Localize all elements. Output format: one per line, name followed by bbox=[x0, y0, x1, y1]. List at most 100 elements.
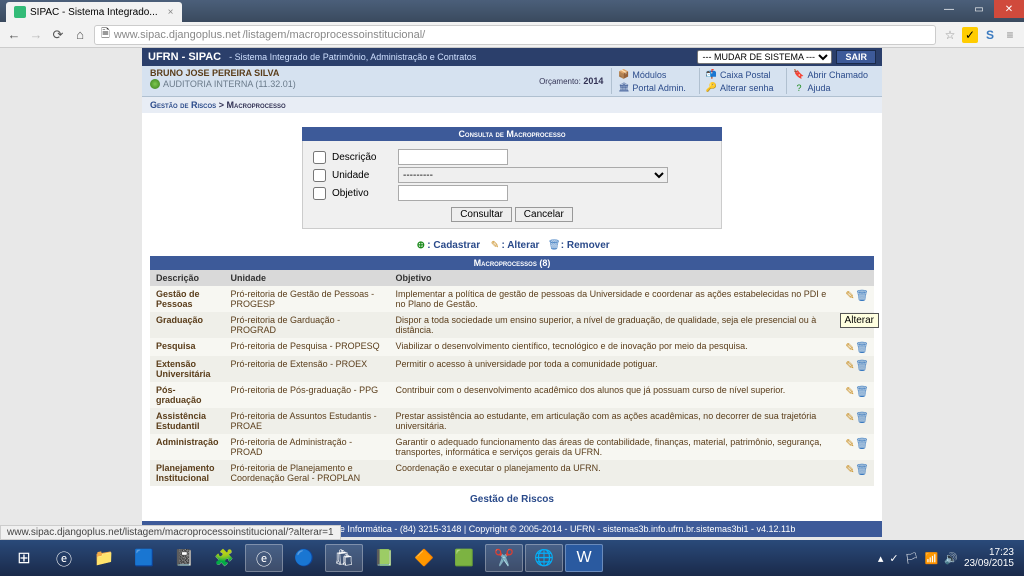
system-tray: ▴ ✓ 🏳 📶 🔊 17:23 23/09/2015 bbox=[878, 547, 1020, 569]
task-app3[interactable]: 🧩 bbox=[205, 544, 243, 572]
th-objetivo: Objetivo bbox=[390, 270, 838, 286]
breadcrumb: Gestão de Riscos > Macroprocesso bbox=[142, 97, 882, 113]
row-delete-icon[interactable]: 🗑 bbox=[856, 341, 868, 353]
browser-tab[interactable]: SIPAC - Sistema Integrado... × bbox=[6, 2, 182, 22]
system-select[interactable]: --- MUDAR DE SISTEMA --- bbox=[697, 50, 832, 64]
task-chrome[interactable]: 🌐 bbox=[525, 544, 563, 572]
url-host: www.sipac.djangoplus.net bbox=[114, 29, 241, 41]
cell-descricao: Extensão Universitária bbox=[150, 356, 225, 382]
task-app5[interactable]: 📗 bbox=[365, 544, 403, 572]
chk-unidade[interactable] bbox=[313, 169, 326, 182]
row-delete-icon[interactable]: 🗑 bbox=[856, 289, 868, 301]
link-modulos[interactable]: 📦Módulos bbox=[611, 68, 699, 81]
task-app6[interactable]: 🔶 bbox=[405, 544, 443, 572]
back-link[interactable]: Gestão de Riscos bbox=[470, 494, 554, 505]
edit-icon: ✎ bbox=[488, 239, 501, 252]
task-ie-active[interactable]: ⓔ bbox=[245, 544, 283, 572]
app-subtitle: - Sistema Integrado de Patrimônio, Admin… bbox=[229, 52, 476, 62]
cell-unidade: Pró-reitoria de Pós-graduação - PPG bbox=[225, 382, 390, 408]
ticket-icon: 🔖 bbox=[793, 69, 804, 80]
table-row: Gestão de PessoasPró-reitoria de Gestão … bbox=[150, 286, 874, 312]
link-chamado[interactable]: 🔖Abrir Chamado bbox=[786, 68, 874, 81]
start-button[interactable]: ⊞ bbox=[5, 544, 43, 572]
task-word[interactable]: W bbox=[565, 544, 603, 572]
tooltip-alterar: Alterar bbox=[840, 313, 879, 328]
cell-objetivo: Contribuir com o desenvolvimento acadêmi… bbox=[390, 382, 838, 408]
row-delete-icon[interactable]: 🗑 bbox=[856, 411, 868, 423]
link-caixa[interactable]: 📬Caixa Postal bbox=[699, 68, 787, 81]
tray-up-icon[interactable]: ▴ bbox=[878, 552, 884, 565]
extension-icon[interactable]: S bbox=[982, 27, 998, 43]
tray-norton-icon[interactable]: ✓ bbox=[889, 552, 898, 565]
app-header: UFRN - SIPAC - Sistema Integrado de Patr… bbox=[142, 48, 882, 66]
breadcrumb-root[interactable]: Gestão de Riscos bbox=[150, 100, 216, 110]
tab-favicon bbox=[14, 6, 26, 18]
tray-flag-icon[interactable]: 🏳 bbox=[905, 552, 919, 565]
info-bar: BRUNO JOSE PEREIRA SILVA AUDITORIA INTER… bbox=[142, 66, 882, 97]
row-delete-icon[interactable]: 🗑 bbox=[856, 437, 868, 449]
table-row: AdministraçãoPró-reitoria de Administraç… bbox=[150, 434, 874, 460]
row-delete-icon[interactable]: 🗑 bbox=[856, 359, 868, 371]
window-minimize-icon[interactable]: — bbox=[934, 0, 964, 18]
task-ie[interactable]: ⓔ bbox=[45, 544, 83, 572]
chk-descricao[interactable] bbox=[313, 151, 326, 164]
tray-volume-icon[interactable]: 🔊 bbox=[944, 552, 958, 565]
cell-objetivo: Viabilizar o desenvolvimento científico,… bbox=[390, 338, 838, 356]
cell-descricao: Pós-graduação bbox=[150, 382, 225, 408]
table-row: GraduaçãoPró-reitoria de Garduação - PRO… bbox=[150, 312, 874, 338]
cell-unidade: Pró-reitoria de Gestão de Pessoas - PROG… bbox=[225, 286, 390, 312]
orcamento-year: 2014 bbox=[583, 76, 603, 86]
logout-button[interactable]: SAIR bbox=[836, 50, 876, 64]
cell-descricao: Administração bbox=[150, 434, 225, 460]
chk-objetivo[interactable] bbox=[313, 187, 326, 200]
cell-objetivo: Implementar a política de gestão de pess… bbox=[390, 286, 838, 312]
task-app4[interactable]: 🔵 bbox=[285, 544, 323, 572]
input-descricao[interactable] bbox=[398, 149, 508, 165]
cancelar-button[interactable]: Cancelar bbox=[515, 207, 573, 222]
link-portal[interactable]: 🏛Portal Admin. bbox=[611, 81, 699, 94]
taskbar: ⊞ ⓔ 📁 🟦 📓 🧩 ⓔ 🔵 🛍 📗 🔶 🟩 ✂️ 🌐 W ▴ ✓ 🏳 📶 🔊… bbox=[0, 540, 1024, 576]
task-app1[interactable]: 🟦 bbox=[125, 544, 163, 572]
cell-objetivo: Dispor a toda sociedade um ensino superi… bbox=[390, 312, 838, 338]
cell-descricao: Graduação bbox=[150, 312, 225, 338]
back-icon[interactable]: ← bbox=[6, 27, 22, 43]
modules-icon: 📦 bbox=[618, 69, 629, 80]
search-panel-title: Consulta de Macroprocesso bbox=[302, 127, 722, 141]
window-maximize-icon[interactable]: ▭ bbox=[964, 0, 994, 18]
cell-unidade: Pró-reitoria de Administração - PROAD bbox=[225, 434, 390, 460]
lbl-objetivo: Objetivo bbox=[332, 188, 392, 199]
input-objetivo[interactable] bbox=[398, 185, 508, 201]
select-unidade[interactable]: --------- bbox=[398, 167, 668, 183]
task-app2[interactable]: 📓 bbox=[165, 544, 203, 572]
cell-descricao: Gestão de Pessoas bbox=[150, 286, 225, 312]
page-icon: 🗎 bbox=[101, 25, 110, 44]
window-close-icon[interactable]: ✕ bbox=[994, 0, 1024, 18]
th-descricao: Descrição bbox=[150, 270, 225, 286]
cell-objetivo: Prestar assistência ao estudante, em art… bbox=[390, 408, 838, 434]
address-bar[interactable]: 🗎 www.sipac.djangoplus.net /listagem/mac… bbox=[94, 25, 936, 45]
row-delete-icon[interactable]: 🗑 bbox=[856, 385, 868, 397]
star-icon[interactable]: ☆ bbox=[942, 27, 958, 43]
link-senha[interactable]: 🔑Alterar senha bbox=[699, 81, 787, 94]
task-app7[interactable]: 🟩 bbox=[445, 544, 483, 572]
forward-icon[interactable]: → bbox=[28, 27, 44, 43]
cell-unidade: Pró-reitoria de Assuntos Estudantis - PR… bbox=[225, 408, 390, 434]
cell-unidade: Pró-reitoria de Garduação - PROGRAD bbox=[225, 312, 390, 338]
tray-clock[interactable]: 17:23 23/09/2015 bbox=[964, 547, 1014, 569]
norton-icon[interactable]: ✓ bbox=[962, 27, 978, 43]
globe-icon bbox=[150, 79, 160, 89]
home-icon[interactable]: ⌂ bbox=[72, 27, 88, 43]
reload-icon[interactable]: ⟳ bbox=[50, 27, 66, 43]
tray-network-icon[interactable]: 📶 bbox=[925, 552, 939, 565]
menu-icon[interactable]: ≡ bbox=[1002, 27, 1018, 43]
task-snip[interactable]: ✂️ bbox=[485, 544, 523, 572]
url-path: /listagem/macroprocessoinstitucional/ bbox=[242, 29, 425, 41]
search-panel: Consulta de Macroprocesso Descrição Unid… bbox=[302, 127, 722, 229]
tab-close-icon[interactable]: × bbox=[168, 7, 174, 18]
table-row: Planejamento InstitucionalPró-reitoria d… bbox=[150, 460, 874, 486]
link-ajuda[interactable]: ?Ajuda bbox=[786, 81, 874, 94]
task-store[interactable]: 🛍 bbox=[325, 544, 363, 572]
consultar-button[interactable]: Consultar bbox=[451, 207, 512, 222]
task-explorer[interactable]: 📁 bbox=[85, 544, 123, 572]
row-delete-icon[interactable]: 🗑 bbox=[856, 463, 868, 475]
